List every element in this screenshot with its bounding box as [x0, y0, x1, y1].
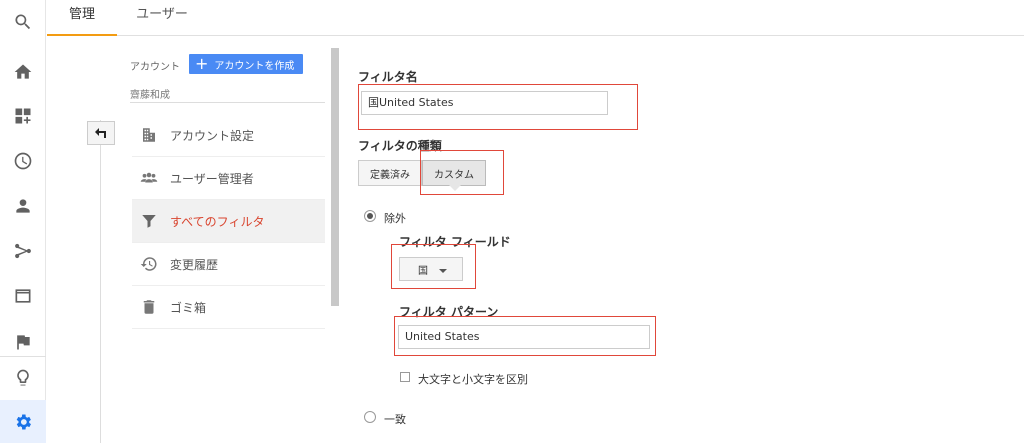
plus-icon: + — [195, 54, 209, 73]
chevron-down-icon — [439, 269, 447, 273]
hierarchy-line — [100, 120, 101, 443]
tab-admin[interactable]: 管理 — [47, 0, 117, 36]
funnel-icon — [138, 212, 160, 230]
account-divider — [130, 102, 325, 103]
menu-item-label: すべてのフィルタ — [170, 214, 265, 229]
filter-name-label: フィルタ名 — [358, 70, 418, 84]
type-predefined-button[interactable]: 定義済み — [358, 160, 422, 186]
menu-item-label: ゴミ箱 — [170, 300, 207, 315]
exclude-label: 除外 — [384, 212, 406, 225]
selected-pointer-icon — [449, 185, 461, 191]
match-label: 一致 — [384, 413, 406, 426]
fork-icon[interactable] — [0, 229, 46, 273]
match-radio[interactable] — [364, 411, 376, 423]
menu-item-all-filters[interactable]: すべてのフィルタ — [132, 200, 325, 243]
column-scrollbar[interactable] — [331, 48, 339, 306]
admin-menu: アカウント設定 ユーザー管理者 すべてのフィルタ 変更履歴 ゴミ箱 — [132, 114, 325, 329]
back-arrow-icon — [95, 128, 106, 138]
top-tabs: 管理 ユーザー — [47, 0, 1024, 36]
menu-item-trash[interactable]: ゴミ箱 — [132, 286, 325, 329]
filter-field-label: フィルタ フィールド — [399, 235, 511, 249]
exclude-radio[interactable] — [364, 210, 376, 222]
menu-item-account-settings[interactable]: アカウント設定 — [132, 114, 325, 157]
menu-item-change-history[interactable]: 変更履歴 — [132, 243, 325, 286]
account-label: アカウント — [130, 62, 180, 73]
case-sensitive-checkbox[interactable] — [400, 372, 410, 382]
clock-icon[interactable] — [0, 139, 46, 183]
menu-item-user-management[interactable]: ユーザー管理者 — [132, 157, 325, 200]
menu-item-label: 変更履歴 — [170, 257, 219, 272]
create-account-button[interactable]: + アカウントを作成 — [189, 54, 303, 74]
back-button[interactable] — [87, 121, 115, 145]
home-icon[interactable] — [0, 50, 46, 94]
menu-item-label: アカウント設定 — [170, 128, 255, 143]
person-icon[interactable] — [0, 184, 46, 228]
people-icon — [138, 169, 160, 187]
case-sensitive-label: 大文字と小文字を区別 — [418, 373, 528, 386]
tab-users[interactable]: ユーザー — [127, 0, 197, 36]
filter-pattern-input[interactable]: United States — [398, 325, 650, 349]
filter-field-dropdown[interactable]: 国 — [399, 257, 463, 281]
type-custom-button[interactable]: カスタム — [422, 160, 486, 186]
window-icon[interactable] — [0, 274, 46, 318]
filter-pattern-label: フィルタ パターン — [399, 305, 499, 319]
search-icon[interactable] — [0, 0, 46, 44]
trash-icon — [138, 298, 160, 316]
menu-item-label: ユーザー管理者 — [170, 171, 254, 186]
left-nav-rail — [0, 0, 46, 443]
gear-icon[interactable] — [0, 400, 46, 443]
filter-type-label: フィルタの種類 — [358, 139, 442, 153]
filter-name-input[interactable]: 国United States — [361, 91, 608, 115]
create-account-label: アカウントを作成 — [214, 60, 295, 72]
account-name: 齋藤和成 — [130, 90, 170, 101]
lightbulb-icon[interactable] — [0, 356, 46, 400]
filter-field-value: 国 — [418, 265, 428, 277]
building-icon — [138, 126, 160, 144]
history-icon — [138, 255, 160, 273]
dashboard-icon[interactable] — [0, 94, 46, 138]
